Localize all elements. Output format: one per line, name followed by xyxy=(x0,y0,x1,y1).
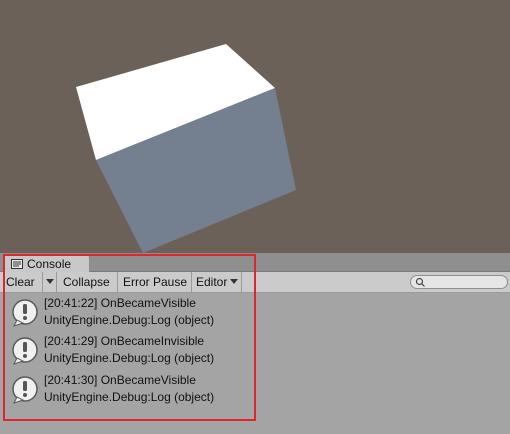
clear-options-dropdown[interactable] xyxy=(43,272,57,292)
log-entry[interactable]: [20:41:22] OnBecameVisible UnityEngine.D… xyxy=(0,293,510,331)
error-pause-toggle[interactable]: Error Pause xyxy=(118,272,192,292)
console-toolbar: Clear Collapse Error Pause Editor xyxy=(0,272,510,293)
warning-icon xyxy=(12,376,38,404)
search-input[interactable] xyxy=(410,275,508,289)
log-list[interactable]: [20:41:22] OnBecameVisible UnityEngine.D… xyxy=(0,293,510,434)
editor-dropdown-label: Editor xyxy=(196,275,228,289)
console-icon xyxy=(11,259,23,269)
collapse-toggle[interactable]: Collapse xyxy=(57,272,118,292)
log-entry[interactable]: [20:41:30] OnBecameVisible UnityEngine.D… xyxy=(0,370,510,408)
tab-strip: Console xyxy=(0,253,510,272)
tab-console[interactable]: Console xyxy=(4,255,90,272)
log-source: UnityEngine.Debug:Log (object) xyxy=(44,390,215,404)
log-message: [20:41:30] OnBecameVisible xyxy=(44,373,196,387)
log-source: UnityEngine.Debug:Log (object) xyxy=(44,313,215,327)
chevron-down-icon xyxy=(46,279,54,284)
warning-icon xyxy=(12,299,38,327)
unity-editor: Console Clear Collapse Error Pause Edito… xyxy=(0,0,510,434)
tab-console-label: Console xyxy=(27,257,72,271)
editor-dropdown[interactable]: Editor xyxy=(192,272,242,292)
search-icon xyxy=(415,277,425,287)
log-entry[interactable]: [20:41:29] OnBecameInvisible UnityEngine… xyxy=(0,331,510,369)
log-message: [20:41:22] OnBecameVisible xyxy=(44,296,196,310)
warning-icon xyxy=(12,337,38,365)
log-message: [20:41:29] OnBecameInvisible xyxy=(44,334,205,348)
console-window: Console Clear Collapse Error Pause Edito… xyxy=(0,253,510,434)
cube-object[interactable] xyxy=(0,0,510,253)
log-source: UnityEngine.Debug:Log (object) xyxy=(44,351,215,365)
clear-button[interactable]: Clear xyxy=(0,272,43,292)
scene-view[interactable] xyxy=(0,0,510,253)
chevron-down-icon xyxy=(230,279,238,284)
